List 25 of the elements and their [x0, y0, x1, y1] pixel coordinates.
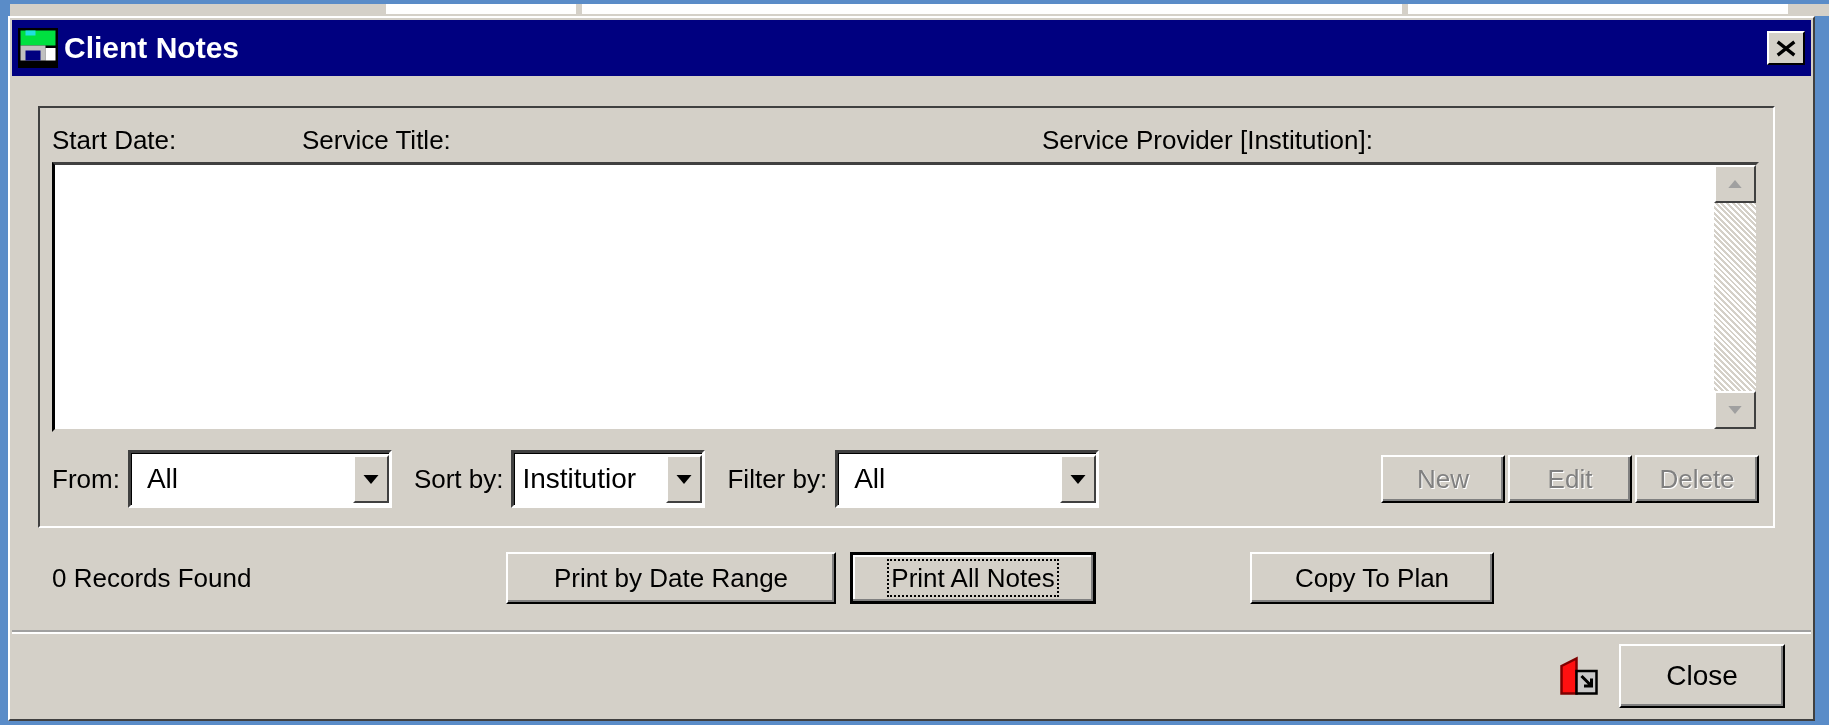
field-label: Sort by:	[413, 463, 504, 495]
scrollbar[interactable]	[1714, 165, 1756, 429]
dropdown-arrow-icon	[676, 474, 693, 484]
dropdown-field[interactable]: All	[835, 450, 1100, 508]
close-icon	[1776, 39, 1796, 57]
dropdown-field[interactable]: Institutior	[511, 450, 706, 508]
close-button[interactable]	[1767, 31, 1805, 65]
scroll-down-icon	[1728, 406, 1742, 414]
dropdown-field[interactable]: All	[127, 450, 392, 508]
dropdown-arrow-icon	[1070, 474, 1087, 484]
column-header: Start Date:	[52, 124, 178, 156]
records-count: 0 Records Found	[52, 562, 253, 594]
action-button[interactable]: Print All Notes	[850, 552, 1096, 604]
app-icon	[18, 28, 58, 68]
field-label: Filter by:	[727, 463, 828, 495]
dropdown-arrow-icon	[362, 474, 379, 484]
column-header: Service Provider [Institution]:	[1042, 124, 1373, 156]
action-button[interactable]: Print by Date Range	[506, 552, 836, 604]
scroll-up-icon	[1728, 180, 1742, 188]
close-dialog-button[interactable]: Close	[1619, 643, 1785, 708]
window-title: Client Notes	[64, 31, 241, 65]
action-button[interactable]: Copy To Plan	[1250, 552, 1494, 604]
field-label: From:	[52, 463, 120, 495]
door-exit-icon	[1559, 655, 1599, 696]
column-header: Service Title:	[302, 124, 452, 156]
